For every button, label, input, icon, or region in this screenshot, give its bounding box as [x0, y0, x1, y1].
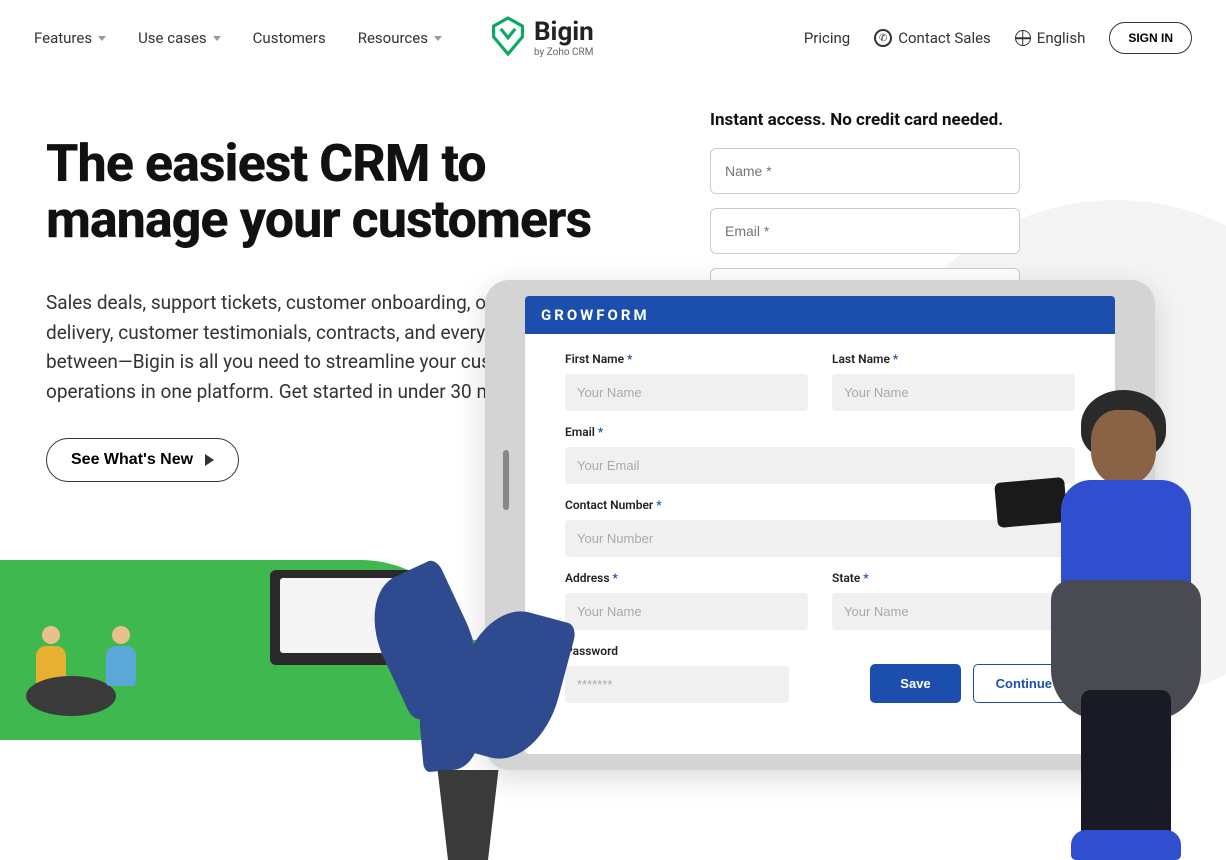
chevron-down-icon: [213, 36, 221, 41]
nav-contact-sales[interactable]: ✆ Contact Sales: [874, 29, 991, 47]
password-label: Password: [565, 644, 789, 658]
email-field[interactable]: [565, 447, 1075, 484]
people-illustration: [30, 626, 142, 690]
language-selector[interactable]: English: [1015, 29, 1086, 47]
first-name-field[interactable]: [565, 374, 808, 411]
nav-contact-label: Contact Sales: [898, 29, 991, 47]
language-label: English: [1037, 29, 1086, 47]
save-button[interactable]: Save: [870, 664, 960, 703]
chevron-down-icon: [98, 36, 106, 41]
logo-subtitle: by Zoho CRM: [534, 47, 594, 58]
nav-customers[interactable]: Customers: [253, 29, 326, 47]
hero-description: Sales deals, support tickets, customer o…: [46, 288, 556, 406]
growform-header: GROWFORM: [525, 296, 1115, 334]
whats-new-button[interactable]: See What's New: [46, 438, 239, 482]
tablet-scrollbar: [503, 450, 509, 510]
nav-resources-label: Resources: [358, 29, 428, 47]
nav-left: Features Use cases Customers Resources: [34, 29, 442, 47]
email-label: Email *: [565, 425, 1075, 439]
nav-features-label: Features: [34, 29, 92, 47]
bigin-logo-icon: [490, 16, 526, 60]
password-field[interactable]: [565, 666, 789, 703]
nav-pricing[interactable]: Pricing: [804, 29, 850, 47]
logo-text: Bigin by Zoho CRM: [534, 19, 594, 58]
whats-new-label: See What's New: [71, 451, 193, 469]
main-header: Features Use cases Customers Resources B…: [0, 0, 1226, 76]
nav-right: Pricing ✆ Contact Sales English SIGN IN: [804, 22, 1192, 54]
logo[interactable]: Bigin by Zoho CRM: [490, 16, 594, 60]
phone-icon: ✆: [874, 29, 892, 47]
nav-usecases[interactable]: Use cases: [138, 29, 221, 47]
plant-pot-icon: [428, 770, 508, 860]
nav-pricing-label: Pricing: [804, 29, 850, 47]
hero-title: The easiest CRM to manage your customers: [46, 136, 666, 248]
globe-icon: [1015, 30, 1031, 46]
nav-features[interactable]: Features: [34, 29, 106, 47]
nav-resources[interactable]: Resources: [358, 29, 442, 47]
nav-usecases-label: Use cases: [138, 29, 207, 47]
nav-customers-label: Customers: [253, 29, 326, 47]
play-icon: [205, 454, 214, 466]
signin-button[interactable]: SIGN IN: [1109, 22, 1192, 54]
last-name-label: Last Name *: [832, 352, 1075, 366]
logo-name: Bigin: [534, 19, 594, 45]
chevron-down-icon: [434, 36, 442, 41]
address-label: Address *: [565, 571, 808, 585]
address-field[interactable]: [565, 593, 808, 630]
first-name-label: First Name *: [565, 352, 808, 366]
person-illustration: [1026, 380, 1226, 860]
